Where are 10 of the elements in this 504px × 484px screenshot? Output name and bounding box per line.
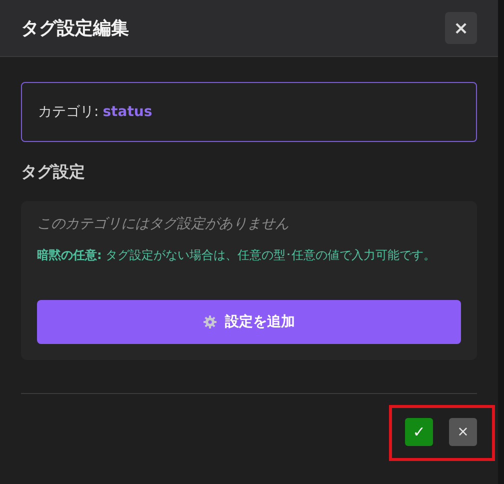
confirm-button[interactable]: ✓ [405, 418, 433, 446]
hint-text: 暗黙の任意: タグ設定がない場合は、任意の型･任意の値で入力可能です。 [37, 247, 437, 264]
empty-message: このカテゴリにはタグ設定がありません [37, 215, 290, 233]
section-title: タグ設定 [21, 162, 86, 183]
add-setting-button[interactable]: 設定を追加 [37, 300, 461, 344]
category-value: status [102, 104, 152, 120]
dialog-title: タグ設定編集 [21, 17, 129, 40]
category-label: カテゴリ: [38, 103, 99, 121]
cancel-button[interactable]: × [449, 418, 477, 446]
close-button[interactable]: × [445, 12, 477, 44]
